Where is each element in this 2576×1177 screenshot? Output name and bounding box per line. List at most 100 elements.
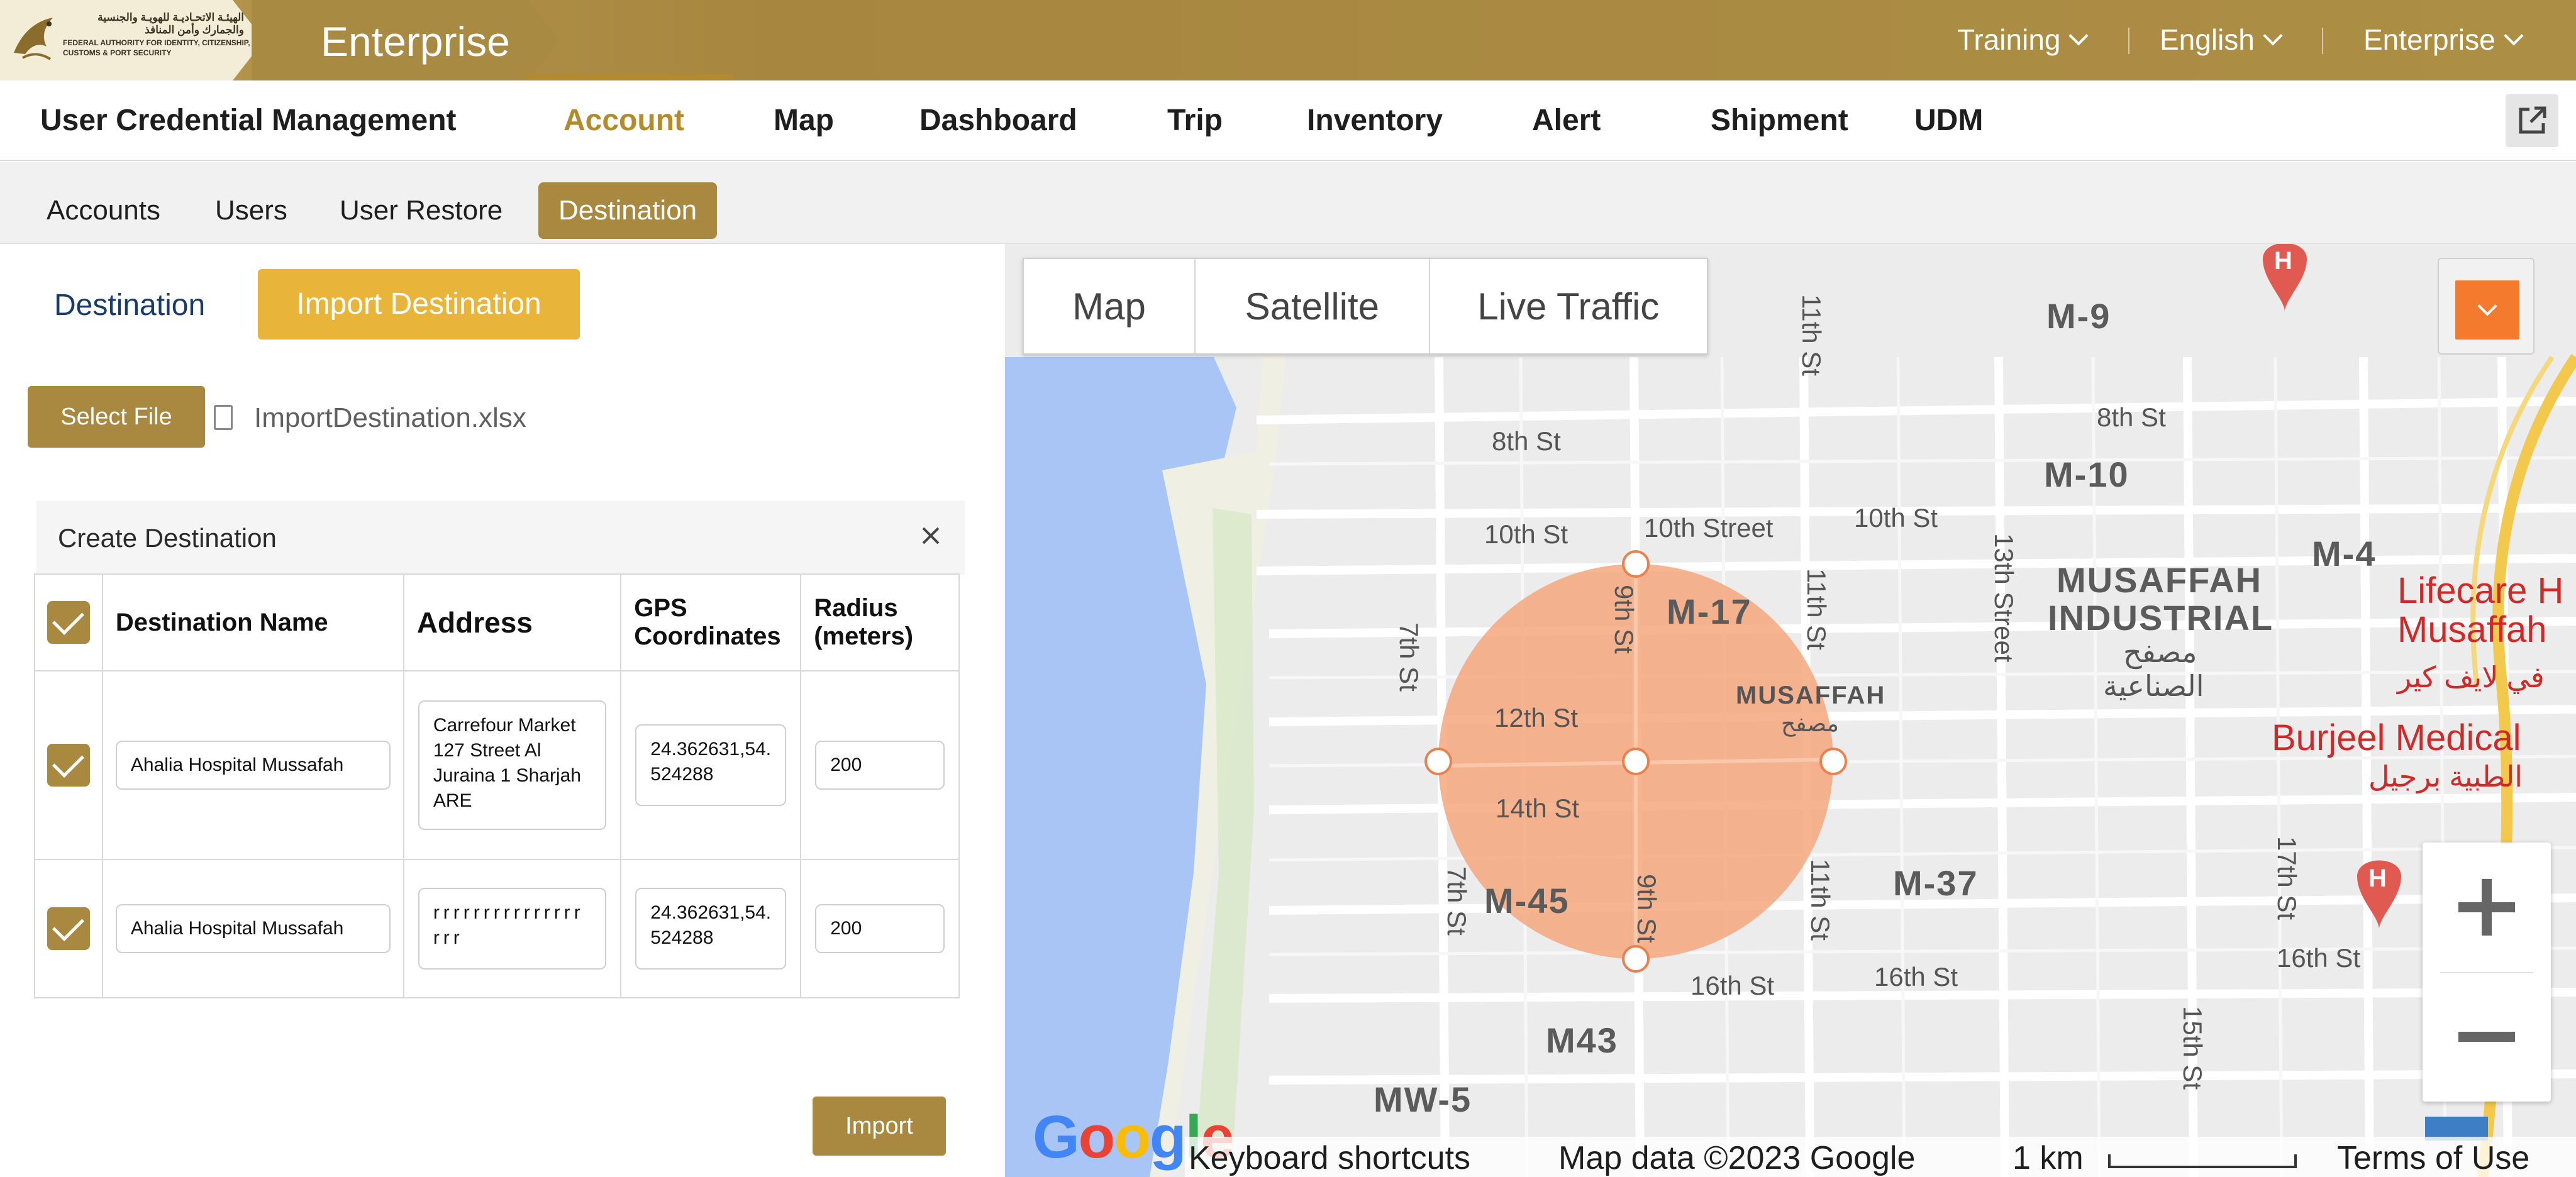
- nav-account[interactable]: Account: [564, 103, 684, 138]
- chevron-down-icon: [2455, 280, 2519, 340]
- subtab-users[interactable]: Users: [195, 182, 308, 239]
- nav-shipment[interactable]: Shipment: [1711, 103, 1848, 138]
- map-type-control: Map Satellite Live Traffic: [1023, 258, 1708, 355]
- map-label: 11th St: [1802, 568, 1831, 650]
- map-label: 8th St: [1492, 426, 1561, 456]
- header-divider: [2322, 28, 2323, 54]
- map-label: 16th St: [2277, 943, 2361, 973]
- nav-map[interactable]: Map: [774, 103, 834, 138]
- address-input[interactable]: rrrrrrrrrrrrrrrrrr: [418, 888, 607, 970]
- svg-text:H: H: [2274, 247, 2292, 275]
- training-dropdown[interactable]: Training: [1957, 23, 2089, 57]
- header-divider: [2128, 28, 2129, 54]
- subtab-accounts[interactable]: Accounts: [26, 182, 180, 239]
- map-label: الصناعية: [2103, 670, 2204, 702]
- map-label: 14th St: [1496, 793, 1580, 823]
- external-link-icon: [2519, 106, 2546, 134]
- svg-text:H: H: [2368, 865, 2387, 892]
- row-checkbox[interactable]: [47, 744, 90, 787]
- map-scale-label[interactable]: 1 km: [2012, 1139, 2084, 1177]
- map-label: M-37: [1893, 863, 1979, 903]
- col-address: Address: [402, 573, 622, 671]
- zoom-in-button[interactable]: [2423, 843, 2551, 972]
- nav-trip[interactable]: Trip: [1167, 103, 1223, 138]
- select-all-cell: [34, 573, 103, 671]
- select-all-checkbox[interactable]: [47, 601, 90, 644]
- active-tab-indicator: [525, 74, 733, 79]
- import-button[interactable]: Import: [813, 1097, 946, 1156]
- map-label: MUSAFFAH: [2057, 560, 2263, 600]
- map-label: Burjeel Medical: [2272, 717, 2521, 758]
- map-label: INDUSTRIAL: [2048, 598, 2274, 638]
- map-label: 7th St: [1394, 622, 1424, 692]
- map-label: Musaffah: [2397, 609, 2547, 650]
- map-type-live-traffic[interactable]: Live Traffic: [1430, 259, 1707, 353]
- destination-name-input[interactable]: Ahalia Hospital Mussafah: [115, 904, 391, 953]
- gps-coordinates-input[interactable]: 24.362631,54.524288: [635, 888, 787, 970]
- subtab-user-restore[interactable]: User Restore: [319, 182, 523, 239]
- map-label: 9th St: [1609, 585, 1639, 654]
- enterprise-dropdown[interactable]: Enterprise: [2363, 23, 2524, 57]
- map-label: M-17: [1667, 592, 1752, 631]
- map-scale-bar: [2108, 1154, 2297, 1168]
- map-label: M43: [1546, 1020, 1618, 1060]
- radius-input[interactable]: 200: [815, 741, 945, 790]
- table-row: Ahalia Hospital Mussafah rrrrrrrrrrrrrrr…: [34, 859, 960, 998]
- map-label: 12th St: [1494, 703, 1579, 732]
- map-label: M-45: [1484, 881, 1570, 920]
- file-icon: [214, 405, 233, 430]
- map-label: 16th St: [1874, 962, 1958, 992]
- map-label: 16th St: [1690, 971, 1775, 1000]
- map-label: 7th St: [1442, 866, 1472, 936]
- close-icon[interactable]: [919, 524, 942, 547]
- row-checkbox[interactable]: [47, 907, 90, 950]
- brand-title: Enterprise: [321, 18, 510, 65]
- open-external-button[interactable]: [2506, 94, 2558, 147]
- map-label: 15th St: [2178, 1006, 2207, 1090]
- zoom-out-button[interactable]: [2423, 972, 2551, 1102]
- map-type-satellite[interactable]: Satellite: [1196, 259, 1430, 353]
- map-label: مصفح: [1781, 710, 1839, 736]
- col-destination-name: Destination Name: [101, 573, 404, 671]
- language-dropdown[interactable]: English: [2160, 23, 2283, 57]
- map-label: 8th St: [2097, 402, 2166, 432]
- chevron-down-icon: [2263, 26, 2283, 46]
- map-label: 10th St: [1854, 503, 1938, 533]
- subtab-destination[interactable]: Destination: [538, 182, 718, 239]
- map-label: 13th Street: [1989, 533, 2019, 663]
- map-options-dropdown[interactable]: [2438, 258, 2534, 355]
- training-dropdown-label: Training: [1957, 23, 2061, 56]
- map-label: 10th Street: [1644, 513, 1774, 543]
- zoom-control: [2423, 843, 2551, 1102]
- enterprise-dropdown-label: Enterprise: [2363, 23, 2496, 56]
- tab-import-destination[interactable]: Import Destination: [258, 269, 580, 340]
- destination-table: Destination Name Address GPS Coordinates…: [34, 573, 960, 998]
- map-label: 9th St: [1632, 874, 1662, 943]
- radius-input[interactable]: 200: [815, 904, 945, 953]
- chevron-down-icon: [2068, 26, 2089, 46]
- nav-inventory[interactable]: Inventory: [1307, 103, 1443, 138]
- map-label: MW-5: [1374, 1080, 1472, 1119]
- terms-of-use-link[interactable]: Terms of Use: [2337, 1139, 2529, 1177]
- falcon-logo-icon: [14, 18, 53, 60]
- gps-coordinates-input[interactable]: 24.362631,54.524288: [635, 724, 787, 806]
- select-file-button[interactable]: Select File: [28, 386, 205, 448]
- map-label: 11th St: [1797, 294, 1826, 376]
- map-label: M-4: [2312, 534, 2377, 573]
- keyboard-shortcuts-link[interactable]: Keyboard shortcuts: [1189, 1139, 1470, 1177]
- authority-logo[interactable]: الهيئـة الاتحـاديـة للهويـة والجنسية وال…: [0, 0, 264, 80]
- map-label: مصفح: [2123, 636, 2197, 668]
- selected-file-name: ImportDestination.xlsx: [254, 402, 526, 433]
- create-destination-title: Create Destination: [58, 523, 277, 553]
- nav-alert[interactable]: Alert: [1532, 103, 1601, 138]
- address-input[interactable]: Carrefour Market 127 Street Al Juraina 1…: [418, 700, 607, 830]
- nav-udm[interactable]: UDM: [1914, 103, 1983, 138]
- nav-dashboard[interactable]: Dashboard: [919, 103, 1077, 138]
- map-label: M-10: [2044, 455, 2129, 494]
- map-type-map[interactable]: Map: [1024, 259, 1196, 353]
- tab-destination[interactable]: Destination: [54, 288, 205, 323]
- nav-user-credential-management[interactable]: User Credential Management: [40, 103, 457, 138]
- map-data-attribution: Map data ©2023 Google: [1558, 1140, 1916, 1176]
- logo-english-text: FEDERAL AUTHORITY FOR IDENTITY, CITIZENS…: [63, 38, 250, 57]
- destination-name-input[interactable]: Ahalia Hospital Mussafah: [115, 741, 391, 790]
